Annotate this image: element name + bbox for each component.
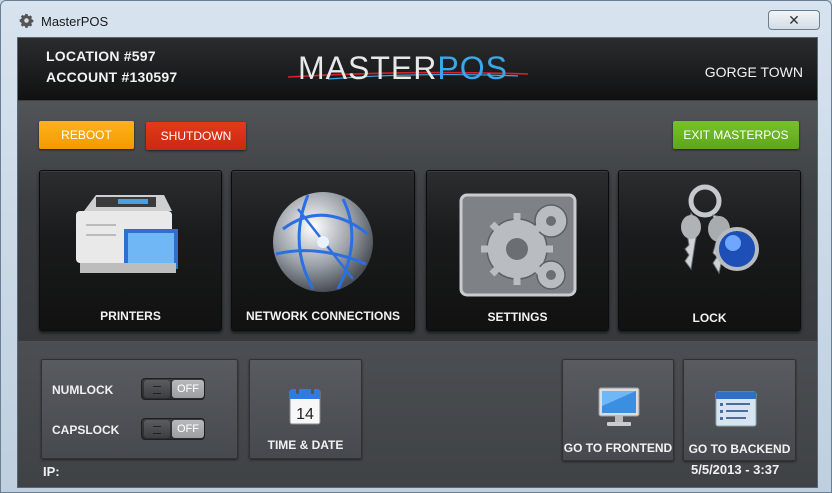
close-button[interactable]: ✕ (768, 10, 820, 30)
town-label: GORGE TOWN (704, 64, 803, 80)
network-connections-tile[interactable]: NETWORK CONNECTIONS (231, 170, 415, 331)
capslock-label: CAPSLOCK (52, 423, 120, 437)
datetime-label: 5/5/2013 - 3:37 (691, 462, 780, 477)
location-label: LOCATION #597 (46, 48, 156, 64)
close-icon: ✕ (788, 12, 800, 28)
header-bar: LOCATION #597 ACCOUNT #130597 MASTERPOS … (18, 38, 817, 100)
lock-tile[interactable]: LOCK (618, 170, 801, 331)
go-to-frontend-label: GO TO FRONTEND (563, 441, 673, 455)
numlock-label: NUMLOCK (52, 383, 114, 397)
masterpos-logo: MASTERPOS (288, 48, 528, 90)
window-title: MasterPOS (41, 14, 109, 29)
globe-network-icon (273, 192, 373, 292)
network-connections-label: NETWORK CONNECTIONS (246, 309, 400, 323)
app-window: MasterPOS ✕ LOCATION #597 ACCOUNT #13059… (0, 0, 832, 493)
go-to-frontend-button[interactable]: GO TO FRONTEND (562, 359, 674, 461)
main-panel: LOCATION #597 ACCOUNT #130597 MASTERPOS … (17, 37, 818, 488)
capslock-toggle-knob[interactable] (144, 420, 170, 438)
backend-window-icon (715, 391, 757, 427)
logo-text-pos: POS (437, 50, 508, 86)
settings-tile[interactable]: SETTINGS (426, 170, 609, 331)
shutdown-button[interactable]: SHUTDOWN (146, 122, 246, 150)
exit-masterpos-button[interactable]: EXIT MASTERPOS (673, 121, 799, 149)
keys-icon (681, 184, 759, 275)
gears-icon (459, 193, 577, 297)
calendar-day-text: 14 (296, 406, 314, 423)
account-label: ACCOUNT #130597 (46, 69, 178, 85)
printer-icon (76, 195, 178, 273)
lock-label: LOCK (692, 311, 727, 325)
title-bar[interactable]: MasterPOS ✕ (1, 1, 831, 37)
gear-icon (19, 13, 34, 28)
time-date-button[interactable]: 14 TIME & DATE (249, 359, 362, 459)
ip-label: IP: (43, 464, 60, 479)
go-to-backend-button[interactable]: GO TO BACKEND (683, 359, 796, 461)
keyboard-panel: NUMLOCK OFF CAPSLOCK OFF (41, 359, 238, 459)
go-to-backend-label: GO TO BACKEND (688, 442, 791, 456)
time-date-label: TIME & DATE (267, 438, 344, 452)
settings-label: SETTINGS (487, 310, 548, 324)
printers-tile[interactable]: PRINTERS (39, 170, 222, 331)
numlock-toggle-knob[interactable] (144, 380, 170, 398)
printers-label: PRINTERS (100, 309, 161, 323)
lower-area: NUMLOCK OFF CAPSLOCK OFF 14 TIME & DATE … (18, 341, 817, 487)
numlock-state: OFF (172, 380, 204, 398)
capslock-toggle[interactable]: OFF (141, 418, 205, 440)
monitor-icon (598, 387, 640, 426)
numlock-toggle[interactable]: OFF (141, 378, 205, 400)
reboot-button[interactable]: REBOOT (39, 121, 134, 149)
calendar-icon: 14 (289, 387, 321, 425)
logo-text-master: MASTER (298, 50, 438, 86)
main-area: REBOOT SHUTDOWN EXIT MASTERPOS PRINTERS (18, 101, 817, 341)
capslock-state: OFF (172, 420, 204, 438)
